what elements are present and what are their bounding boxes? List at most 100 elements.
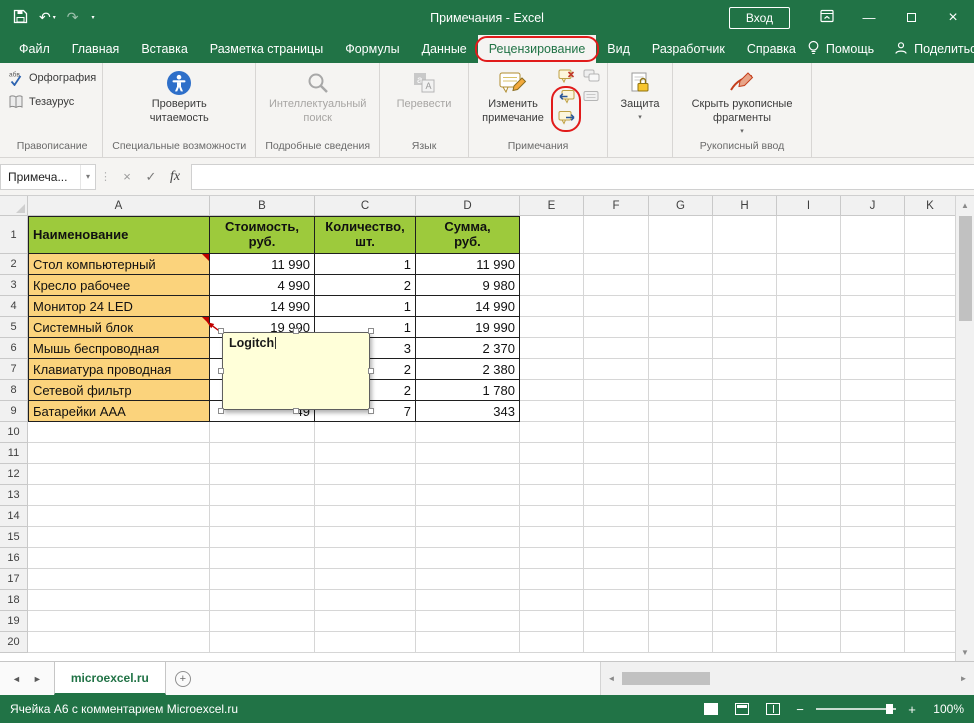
cell-A6[interactable]: Мышь беспроводная — [28, 338, 210, 359]
cell-D12[interactable] — [416, 464, 520, 485]
cell-F1[interactable] — [584, 216, 649, 254]
cell-F9[interactable] — [584, 401, 649, 422]
cell-F6[interactable] — [584, 338, 649, 359]
cell-D8[interactable]: 1 780 — [416, 380, 520, 401]
cell-C2[interactable]: 1 — [315, 254, 416, 275]
cell-E17[interactable] — [520, 569, 584, 590]
cell-B17[interactable] — [210, 569, 315, 590]
cell-F15[interactable] — [584, 527, 649, 548]
cell-J14[interactable] — [841, 506, 905, 527]
column-header-A[interactable]: A — [28, 196, 210, 216]
row-header-10[interactable]: 10 — [0, 422, 28, 443]
close-button[interactable]: × — [932, 0, 974, 35]
cell-A10[interactable] — [28, 422, 210, 443]
cell-B12[interactable] — [210, 464, 315, 485]
cell-D1[interactable]: Сумма, руб. — [416, 216, 520, 254]
cell-K8[interactable] — [905, 380, 955, 401]
cell-F16[interactable] — [584, 548, 649, 569]
cell-C18[interactable] — [315, 590, 416, 611]
maximize-button[interactable] — [890, 0, 932, 35]
cell-J5[interactable] — [841, 317, 905, 338]
cell-C4[interactable]: 1 — [315, 296, 416, 317]
cell-G1[interactable] — [649, 216, 713, 254]
cell-E11[interactable] — [520, 443, 584, 464]
cell-E18[interactable] — [520, 590, 584, 611]
cell-E10[interactable] — [520, 422, 584, 443]
cell-H8[interactable] — [713, 380, 777, 401]
cell-H11[interactable] — [713, 443, 777, 464]
cell-B3[interactable]: 4 990 — [210, 275, 315, 296]
cell-B10[interactable] — [210, 422, 315, 443]
resize-handle-nw[interactable] — [218, 328, 224, 334]
share-button[interactable]: Поделиться — [894, 41, 974, 58]
zoom-slider-thumb[interactable] — [886, 704, 893, 714]
row-header-7[interactable]: 7 — [0, 359, 28, 380]
tab-разработчик[interactable]: Разработчик — [641, 35, 736, 63]
row-header-6[interactable]: 6 — [0, 338, 28, 359]
cell-H17[interactable] — [713, 569, 777, 590]
cell-K3[interactable] — [905, 275, 955, 296]
edit-comment-button[interactable]: Изменить примечание — [472, 65, 554, 126]
cell-G4[interactable] — [649, 296, 713, 317]
cell-B14[interactable] — [210, 506, 315, 527]
cell-D9[interactable]: 343 — [416, 401, 520, 422]
insert-function-button[interactable]: fx — [163, 164, 187, 190]
cell-F13[interactable] — [584, 485, 649, 506]
zoom-level[interactable]: 100% — [928, 702, 964, 716]
cell-H12[interactable] — [713, 464, 777, 485]
cell-A7[interactable]: Клавиатура проводная — [28, 359, 210, 380]
cell-J3[interactable] — [841, 275, 905, 296]
cell-K13[interactable] — [905, 485, 955, 506]
cell-D3[interactable]: 9 980 — [416, 275, 520, 296]
show-hide-comment-button[interactable] — [579, 67, 604, 88]
column-header-B[interactable]: B — [210, 196, 315, 216]
row-header-17[interactable]: 17 — [0, 569, 28, 590]
cell-I1[interactable] — [777, 216, 841, 254]
cell-B1[interactable]: Стоимость, руб. — [210, 216, 315, 254]
cell-H19[interactable] — [713, 611, 777, 632]
cell-K11[interactable] — [905, 443, 955, 464]
cell-H20[interactable] — [713, 632, 777, 653]
customize-qat-button[interactable]: ▾ — [84, 4, 99, 32]
previous-comment-button[interactable] — [554, 88, 579, 109]
comment-box[interactable]: Logitch — [222, 332, 370, 410]
cell-I14[interactable] — [777, 506, 841, 527]
sheet-tab-microexcel[interactable]: microexcel.ru — [54, 662, 166, 695]
vertical-scrollbar[interactable]: ▲ ▼ — [955, 196, 974, 661]
cell-A4[interactable]: Монитор 24 LED — [28, 296, 210, 317]
cell-D10[interactable] — [416, 422, 520, 443]
cell-E8[interactable] — [520, 380, 584, 401]
row-header-8[interactable]: 8 — [0, 380, 28, 401]
column-header-J[interactable]: J — [841, 196, 905, 216]
cell-G6[interactable] — [649, 338, 713, 359]
row-header-19[interactable]: 19 — [0, 611, 28, 632]
cell-F10[interactable] — [584, 422, 649, 443]
cell-E6[interactable] — [520, 338, 584, 359]
cell-H1[interactable] — [713, 216, 777, 254]
cell-G10[interactable] — [649, 422, 713, 443]
cell-I6[interactable] — [777, 338, 841, 359]
cell-D5[interactable]: 19 990 — [416, 317, 520, 338]
cell-B13[interactable] — [210, 485, 315, 506]
scroll-right-button[interactable]: ► — [955, 674, 972, 683]
select-all-corner[interactable] — [0, 196, 28, 216]
cell-G19[interactable] — [649, 611, 713, 632]
cell-E13[interactable] — [520, 485, 584, 506]
cell-E5[interactable] — [520, 317, 584, 338]
cell-G20[interactable] — [649, 632, 713, 653]
name-box-caret-icon[interactable]: ▾ — [80, 165, 95, 189]
cell-F5[interactable] — [584, 317, 649, 338]
scroll-up-button[interactable]: ▲ — [956, 196, 974, 214]
cell-G5[interactable] — [649, 317, 713, 338]
spelling-button[interactable]: абв Орфография — [5, 69, 99, 87]
cell-J18[interactable] — [841, 590, 905, 611]
enter-button[interactable]: ✓ — [139, 164, 163, 190]
cell-J19[interactable] — [841, 611, 905, 632]
cell-G15[interactable] — [649, 527, 713, 548]
resize-handle-sw[interactable] — [218, 408, 224, 414]
cell-G3[interactable] — [649, 275, 713, 296]
cell-J20[interactable] — [841, 632, 905, 653]
cell-J13[interactable] — [841, 485, 905, 506]
column-header-G[interactable]: G — [649, 196, 713, 216]
cell-C20[interactable] — [315, 632, 416, 653]
